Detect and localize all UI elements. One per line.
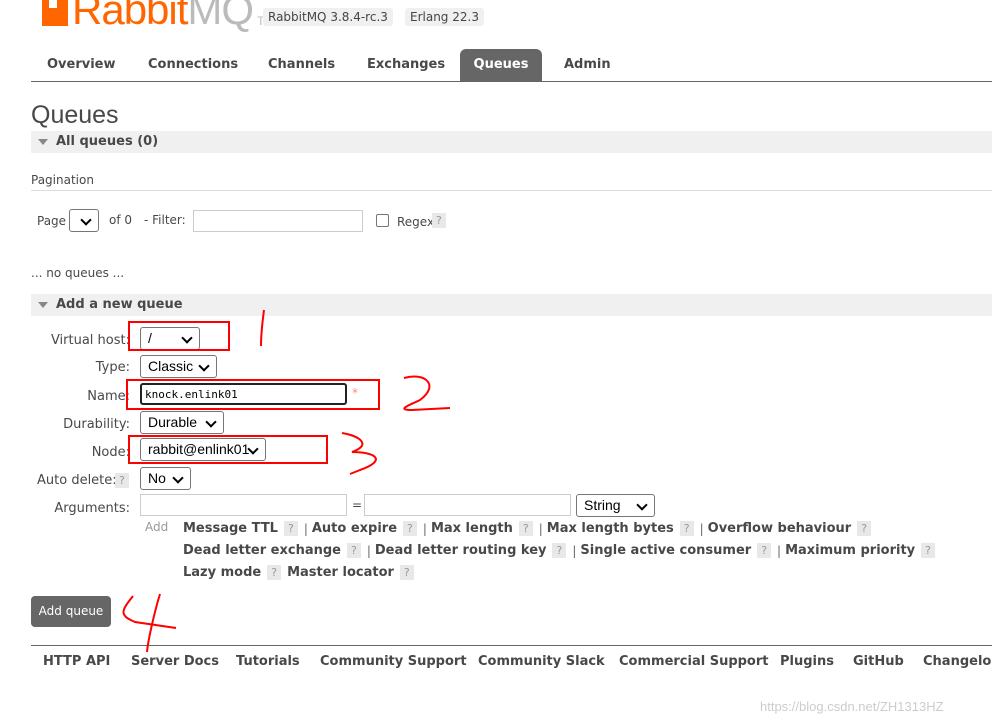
annotation-number-3 bbox=[341, 432, 377, 475]
annotation-numbers bbox=[122, 309, 451, 653]
annotation-number-4 bbox=[122, 593, 177, 653]
annotation-number-1 bbox=[260, 309, 265, 347]
annotation-number-2 bbox=[403, 375, 451, 412]
